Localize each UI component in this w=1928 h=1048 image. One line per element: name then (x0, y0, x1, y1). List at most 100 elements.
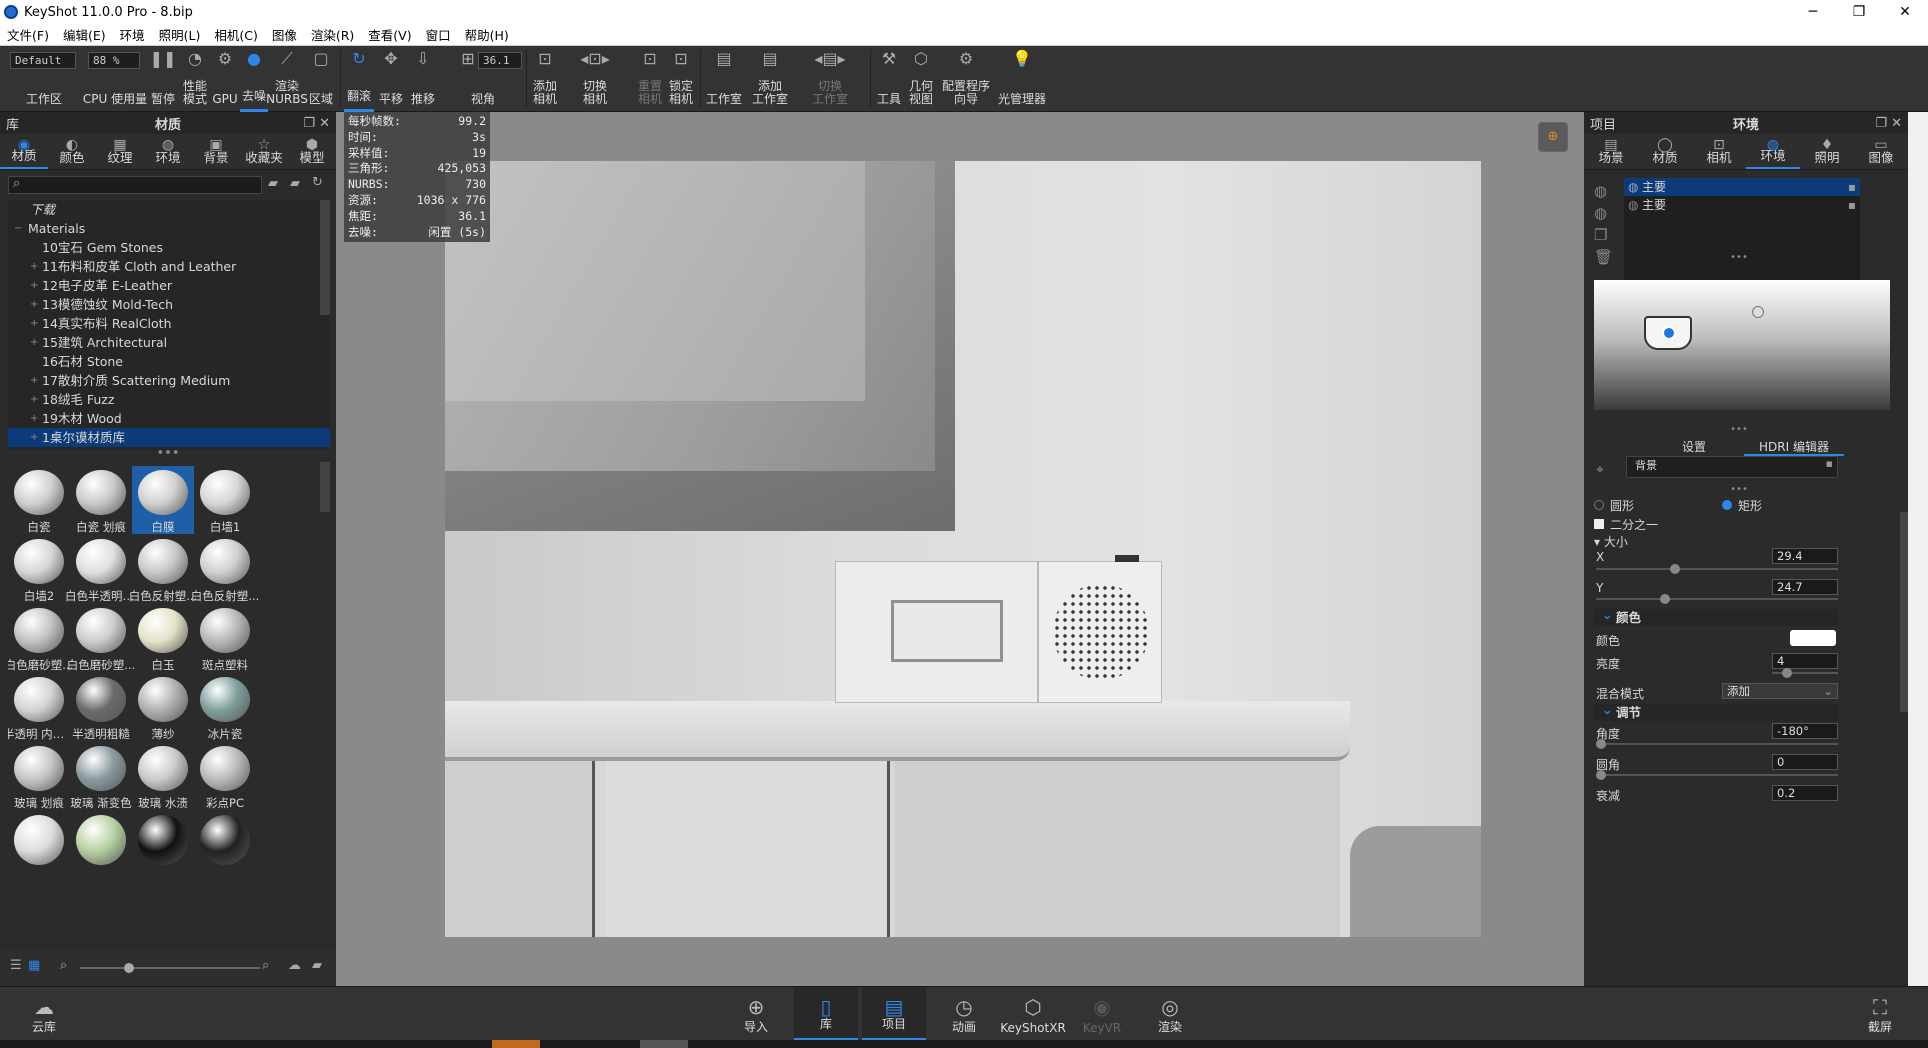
hdri-rect-light[interactable] (1644, 316, 1692, 350)
lock-icon[interactable]: ▪ (1848, 196, 1856, 214)
blend-mode-select[interactable]: 添加 ⌄ (1722, 683, 1838, 699)
studio-button[interactable]: ▤ 工作室 (704, 46, 744, 112)
keyshotxr-button[interactable]: ⬡ KeyShotXR (1000, 987, 1066, 1041)
slider-knob[interactable] (1596, 739, 1606, 749)
project-button[interactable]: ▤ 项目 (862, 987, 926, 1041)
material-thumbnail[interactable]: 玻璃 划痕 (8, 742, 70, 810)
maximize-button[interactable]: ❐ (1836, 0, 1882, 24)
material-thumbnail[interactable]: 白膜 (132, 466, 194, 534)
pan-button[interactable]: ✥ 平移 (376, 46, 406, 112)
folder-icon[interactable]: ▰ (268, 176, 278, 191)
menu-environment[interactable]: 环境 (113, 25, 152, 44)
menu-camera[interactable]: 相机(C) (207, 25, 264, 44)
tree-item[interactable]: +18绒毛 Fuzz (8, 390, 330, 409)
cloud-library-button[interactable]: ☁ 云库 (20, 987, 68, 1041)
thumbnail-size-slider[interactable] (80, 963, 260, 973)
material-thumbnail[interactable]: 白瓷 (8, 466, 70, 534)
material-thumbnail[interactable]: 薄纱 (132, 673, 194, 741)
dolly-button[interactable]: ⇩ 推移 (408, 46, 438, 112)
material-thumbnail[interactable]: 半透明粗糙 (70, 673, 132, 741)
switch-camera-button[interactable]: ◂⊡▸ 切换 相机 (578, 46, 612, 112)
animation-button[interactable]: ◷ 动画 (936, 987, 992, 1041)
shape-circle-radio[interactable]: 圆形 (1594, 497, 1634, 514)
material-thumbnail[interactable]: 冰片瓷 (194, 673, 256, 741)
reset-camera-button[interactable]: ⊡ 重置 相机 (636, 46, 664, 112)
tree-item[interactable]: +11布料和皮革 Cloth and Leather (8, 257, 330, 276)
env-add-icon[interactable]: ◍ (1594, 202, 1613, 224)
material-thumbnail[interactable]: 玻璃 渐变色 (70, 742, 132, 810)
color-swatch[interactable] (1790, 630, 1836, 646)
render-nurbs-button[interactable]: ⟋ 渲染 NURBS (266, 46, 308, 112)
taskbar-app[interactable] (640, 1040, 688, 1048)
properties-scrollbar[interactable] (1900, 512, 1908, 712)
round-input[interactable]: 0 (1772, 754, 1838, 770)
env-list-item[interactable]: ◍ 主要 ▪ (1624, 196, 1860, 214)
tree-item[interactable]: +12电子皮革 E-Leather (8, 276, 330, 295)
tree-item[interactable]: − Materials (8, 219, 330, 238)
angle-input[interactable]: -180° (1772, 723, 1838, 739)
splitter-handle[interactable]: ••• (1584, 252, 1894, 263)
material-thumbnail[interactable]: 白色反射塑... (129, 535, 197, 603)
library-button[interactable]: ▯ 库 (794, 987, 858, 1041)
tree-item[interactable]: 下载 (8, 200, 330, 219)
grid-scrollbar[interactable] (320, 462, 330, 512)
tab-backplates[interactable]: ▣ 背景 (192, 134, 240, 169)
tree-item-selected[interactable]: +1桌尔谟材质库 (8, 428, 330, 447)
folder-open-icon[interactable]: ▰ (312, 958, 322, 973)
panel-close-icon[interactable]: ❐ ✕ (1875, 116, 1902, 131)
material-thumbnail[interactable]: 白墙2 (8, 535, 70, 603)
tree-item[interactable]: +14真实布料 RealCloth (8, 314, 330, 333)
taskbar-active-app[interactable] (492, 1040, 540, 1048)
lock-camera-button[interactable]: ⊡ 锁定 相机 (666, 46, 696, 112)
lock-icon[interactable]: ▪ (1826, 457, 1833, 470)
menu-help[interactable]: 帮助(H) (458, 25, 516, 44)
tab-material[interactable]: ◯ 材质 (1638, 134, 1692, 169)
y-size-slider[interactable] (1596, 594, 1838, 604)
env-copy-icon[interactable]: ❐ (1594, 224, 1613, 246)
menu-image[interactable]: 图像 (265, 25, 304, 44)
color-section-header[interactable]: 颜色 (1594, 606, 1838, 626)
material-thumbnail[interactable]: 白墙1 (194, 466, 256, 534)
pause-button[interactable]: ❚❚ 暂停 (148, 46, 178, 112)
material-thumbnail[interactable]: 斑点塑料 (194, 604, 256, 672)
material-thumbnail[interactable]: 白色磨砂塑... (8, 604, 73, 672)
light-manager-button[interactable]: 💡 光管理器 (996, 46, 1048, 112)
add-camera-button[interactable]: ⊡ 添加 相机 (530, 46, 560, 112)
screenshot-button[interactable]: ⛶ 截屏 (1856, 987, 1904, 1041)
tree-item[interactable]: +15建筑 Architectural (8, 333, 330, 352)
material-thumbnail[interactable]: 白瓷 划痕 (70, 466, 132, 534)
tumble-button[interactable]: ↻ 翻滚 (344, 46, 374, 112)
config-wizard-button[interactable]: ⚙ 配置程序 向导 (938, 46, 994, 112)
material-thumbnail[interactable] (194, 811, 256, 879)
window-edge-scrollbar[interactable] (1908, 112, 1928, 986)
hdri-preview[interactable] (1594, 280, 1890, 410)
search-input[interactable]: ⌕ (8, 176, 262, 194)
tools-button[interactable]: ⚒ 工具 (874, 46, 904, 112)
env-list-item-selected[interactable]: ◍ 主要 ▪ (1624, 178, 1860, 196)
zoom-in-icon[interactable]: ⌕ (262, 958, 269, 973)
keyvr-button[interactable]: ◉ KeyVR (1074, 987, 1130, 1041)
splitter-handle[interactable]: ••• (1584, 424, 1894, 435)
tab-settings[interactable]: 设置 (1644, 438, 1744, 456)
material-thumbnail[interactable]: 白色反射塑... (191, 535, 259, 603)
x-size-input[interactable]: 29.4 (1772, 548, 1838, 564)
render-button[interactable]: ◎ 渲染 (1142, 987, 1198, 1041)
material-thumbnail[interactable] (70, 811, 132, 879)
tree-item[interactable]: +13模德蚀纹 Mold-Tech (8, 295, 330, 314)
render-viewport[interactable]: ⊕ (336, 112, 1584, 986)
tab-colors[interactable]: ◐ 颜色 (48, 134, 96, 169)
tab-models[interactable]: ⬢ 模型 (288, 134, 336, 169)
half-checkbox[interactable]: 二分之一 (1594, 516, 1658, 533)
tree-item[interactable]: +19木材 Wood (8, 409, 330, 428)
y-size-input[interactable]: 24.7 (1772, 579, 1838, 595)
menu-lighting[interactable]: 照明(L) (152, 25, 208, 44)
light-handle-icon[interactable] (1662, 326, 1676, 340)
tab-scene[interactable]: ▤ 场景 (1584, 134, 1638, 169)
material-thumbnail[interactable]: 白玉 (132, 604, 194, 672)
menu-render[interactable]: 渲染(R) (304, 25, 361, 44)
material-thumbnail[interactable]: 彩点PC (194, 742, 256, 810)
list-view-icon[interactable]: ☰ (10, 958, 22, 973)
slider-knob[interactable] (1670, 564, 1680, 574)
angle-slider[interactable] (1596, 739, 1838, 749)
tree-item[interactable]: 16石材 Stone (8, 352, 330, 371)
